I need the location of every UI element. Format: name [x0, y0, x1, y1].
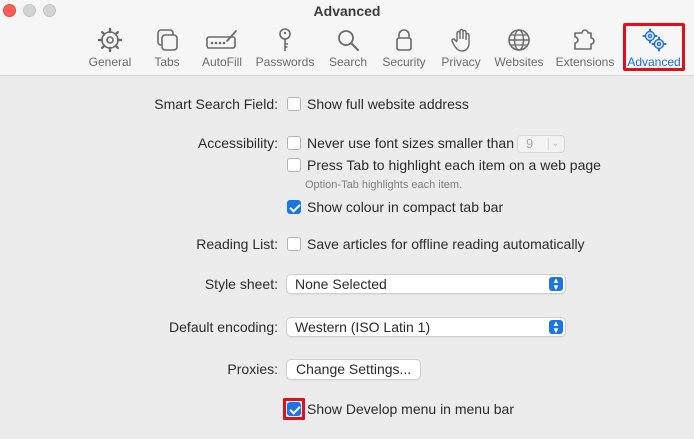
tab-privacy-label: Privacy: [441, 55, 481, 69]
show-full-address-checkbox[interactable]: [287, 97, 301, 111]
default-encoding-value: Western (ISO Latin 1): [295, 319, 431, 335]
min-font-size-select[interactable]: 9 ⌄: [517, 135, 565, 153]
tab-websites-label: Websites: [494, 55, 544, 69]
style-sheet-value: None Selected: [295, 276, 387, 292]
style-sheet-select[interactable]: None Selected ▲ ▼: [286, 274, 566, 294]
autofill-icon: [206, 30, 237, 49]
develop-menu-label: Show Develop menu in menu bar: [307, 401, 515, 417]
change-settings-button[interactable]: Change Settings...: [286, 359, 422, 380]
tab-autofill[interactable]: AutoFill: [200, 25, 244, 71]
globe-icon: [508, 29, 530, 51]
tab-extensions-label: Extensions: [555, 55, 615, 69]
up-down-arrows-icon: ▲ ▼: [549, 320, 563, 335]
tab-autofill-label: AutoFill: [201, 55, 242, 69]
tab-highlight-hint: Option-Tab highlights each item.: [305, 179, 463, 191]
search-icon: [338, 30, 359, 51]
accessibility-label: Accessibility:: [197, 135, 278, 151]
gear-icon: [97, 27, 123, 53]
tab-privacy[interactable]: Privacy: [438, 25, 484, 71]
compact-tab-colour-checkbox[interactable]: [287, 200, 301, 214]
tab-security-label: Security: [382, 55, 426, 69]
tab-advanced-label: Advanced: [627, 55, 681, 69]
min-font-size-checkbox[interactable]: [287, 136, 301, 150]
up-down-arrows-icon: ▲ ▼: [549, 277, 563, 292]
offline-reading-checkbox[interactable]: [287, 237, 301, 251]
tab-passwords[interactable]: Passwords: [254, 25, 316, 71]
tab-general[interactable]: General: [88, 25, 132, 71]
preferences-window: Advanced General Tabs AutoFill Passwords…: [0, 0, 694, 439]
offline-reading-label: Save articles for offline reading automa…: [307, 236, 585, 252]
tab-extensions[interactable]: Extensions: [554, 25, 616, 71]
tab-security[interactable]: Security: [380, 25, 428, 71]
develop-menu-checkbox[interactable]: [287, 402, 301, 416]
gears-icon: [642, 28, 667, 52]
default-encoding-select[interactable]: Western (ISO Latin 1) ▲ ▼: [286, 317, 566, 337]
tab-search[interactable]: Search: [326, 25, 370, 71]
chevron-down-icon: ⌄: [548, 137, 562, 151]
proxies-label: Proxies:: [227, 361, 278, 377]
tab-tabs[interactable]: Tabs: [150, 25, 184, 71]
min-font-size-value: 9: [526, 136, 534, 151]
reading-list-label: Reading List:: [196, 236, 278, 252]
smart-search-label: Smart Search Field:: [154, 96, 278, 112]
tab-passwords-label: Passwords: [255, 55, 315, 69]
tab-search-label: Search: [328, 55, 368, 69]
show-full-address-label: Show full website address: [307, 96, 469, 112]
puzzle-icon: [574, 29, 595, 50]
window-title: Advanced: [313, 3, 381, 19]
tab-highlight-checkbox[interactable]: [287, 158, 301, 172]
tab-tabs-label: Tabs: [154, 55, 180, 69]
tabs-icon: [157, 29, 178, 51]
compact-tab-colour-label: Show colour in compact tab bar: [307, 199, 504, 215]
tab-websites[interactable]: Websites: [494, 25, 544, 71]
style-sheet-label: Style sheet:: [204, 276, 278, 292]
hand-icon: [451, 28, 470, 52]
key-icon: [279, 28, 291, 51]
tab-advanced[interactable]: Advanced: [625, 25, 683, 71]
tab-general-label: General: [88, 55, 132, 69]
default-encoding-label: Default encoding:: [169, 319, 278, 335]
min-font-size-label: Never use font sizes smaller than: [307, 135, 514, 151]
lock-icon: [396, 29, 412, 51]
toolbar: Advanced General Tabs AutoFill Passwords…: [0, 0, 694, 76]
tab-highlight-label: Press Tab to highlight each item on a we…: [307, 157, 601, 173]
